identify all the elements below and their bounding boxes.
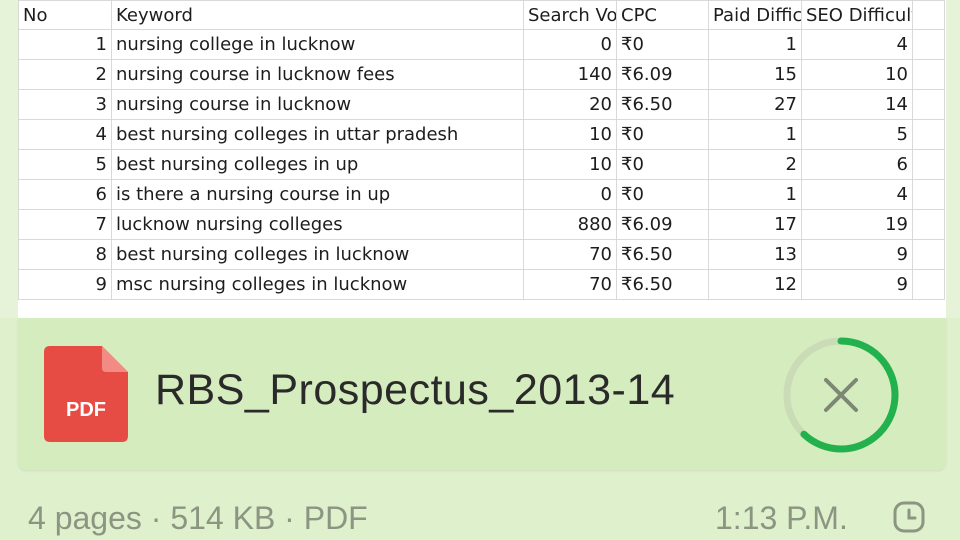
table-row: 9 msc nursing colleges in lucknow 70 ₹6.50 1… bbox=[18, 269, 945, 300]
background-strip-right bbox=[946, 0, 960, 318]
header-search-volume: Search Vo bbox=[523, 0, 617, 30]
cell-no: 3 bbox=[18, 89, 112, 120]
cell-search-volume: 140 bbox=[523, 59, 617, 90]
background-strip-left bbox=[0, 0, 18, 318]
cell-paid-difficulty: 1 bbox=[708, 119, 802, 150]
cell-no: 6 bbox=[18, 179, 112, 210]
table-row: 2 nursing course in lucknow fees 140 ₹6.09 1… bbox=[18, 59, 945, 90]
cell-seo-difficulty: 9 bbox=[801, 239, 913, 270]
cell-seo-difficulty: 9 bbox=[801, 269, 913, 300]
cell-cpc: ₹6.09 bbox=[616, 59, 709, 90]
cancel-download-button[interactable] bbox=[780, 334, 902, 456]
table-header-row: No Keyword Search Vo CPC Paid Diffic SEO… bbox=[18, 0, 945, 30]
cell-keyword: best nursing colleges in lucknow bbox=[111, 239, 524, 270]
table-row: 7 lucknow nursing colleges 880 ₹6.09 17 19 bbox=[18, 209, 945, 240]
cell-paid-difficulty: 13 bbox=[708, 239, 802, 270]
cell-paid-difficulty: 12 bbox=[708, 269, 802, 300]
cell-paid-difficulty: 1 bbox=[708, 179, 802, 210]
keyword-spreadsheet-image: No Keyword Search Vo CPC Paid Diffic SEO… bbox=[18, 0, 946, 318]
cell-keyword: nursing course in lucknow bbox=[111, 89, 524, 120]
cell-seo-difficulty: 4 bbox=[801, 179, 913, 210]
cell-search-volume: 70 bbox=[523, 269, 617, 300]
pdf-file-icon: PDF bbox=[44, 346, 128, 442]
cell-seo-difficulty: 4 bbox=[801, 29, 913, 60]
cell-empty bbox=[912, 59, 945, 90]
cell-seo-difficulty: 6 bbox=[801, 149, 913, 180]
table-row: 4 best nursing colleges in uttar pradesh 1… bbox=[18, 119, 945, 150]
table-row: 8 best nursing colleges in lucknow 70 ₹6.50… bbox=[18, 239, 945, 270]
cell-cpc: ₹0 bbox=[616, 119, 709, 150]
keyword-table: No Keyword Search Vo CPC Paid Diffic SEO… bbox=[18, 0, 945, 300]
cell-search-volume: 880 bbox=[523, 209, 617, 240]
table-row: 3 nursing course in lucknow 20 ₹6.50 27 14 bbox=[18, 89, 945, 120]
cell-no: 2 bbox=[18, 59, 112, 90]
cell-keyword: lucknow nursing colleges bbox=[111, 209, 524, 240]
cell-no: 5 bbox=[18, 149, 112, 180]
header-no: No bbox=[18, 0, 112, 30]
cell-search-volume: 0 bbox=[523, 29, 617, 60]
cell-paid-difficulty: 2 bbox=[708, 149, 802, 180]
cell-keyword: nursing college in lucknow bbox=[111, 29, 524, 60]
cell-search-volume: 20 bbox=[523, 89, 617, 120]
header-keyword: Keyword bbox=[111, 0, 524, 30]
cell-cpc: ₹6.50 bbox=[616, 269, 709, 300]
cell-empty bbox=[912, 149, 945, 180]
file-meta: 4 pages · 514 KB · PDF bbox=[28, 500, 368, 536]
cell-empty bbox=[912, 119, 945, 150]
cell-seo-difficulty: 5 bbox=[801, 119, 913, 150]
table-row: 1 nursing college in lucknow 0 ₹0 1 4 bbox=[18, 29, 945, 60]
cell-empty bbox=[912, 239, 945, 270]
cell-empty bbox=[912, 269, 945, 300]
cell-no: 7 bbox=[18, 209, 112, 240]
cell-cpc: ₹0 bbox=[616, 29, 709, 60]
table-row: 5 best nursing colleges in up 10 ₹0 2 6 bbox=[18, 149, 945, 180]
close-icon bbox=[824, 378, 858, 412]
cell-empty bbox=[912, 179, 945, 210]
pdf-icon-label: PDF bbox=[66, 399, 106, 421]
cell-no: 8 bbox=[18, 239, 112, 270]
cell-search-volume: 10 bbox=[523, 149, 617, 180]
clock-icon bbox=[893, 501, 925, 533]
header-empty bbox=[912, 0, 945, 30]
cell-empty bbox=[912, 89, 945, 120]
cell-paid-difficulty: 27 bbox=[708, 89, 802, 120]
cell-paid-difficulty: 15 bbox=[708, 59, 802, 90]
cell-seo-difficulty: 19 bbox=[801, 209, 913, 240]
cell-paid-difficulty: 17 bbox=[708, 209, 802, 240]
cell-cpc: ₹6.09 bbox=[616, 209, 709, 240]
cell-keyword: best nursing colleges in up bbox=[111, 149, 524, 180]
cell-keyword: nursing course in lucknow fees bbox=[111, 59, 524, 90]
cell-keyword: is there a nursing course in up bbox=[111, 179, 524, 210]
cell-empty bbox=[912, 29, 945, 60]
cell-cpc: ₹0 bbox=[616, 179, 709, 210]
cell-seo-difficulty: 10 bbox=[801, 59, 913, 90]
cell-keyword: msc nursing colleges in lucknow bbox=[111, 269, 524, 300]
message-time: 1:13 P.M. bbox=[715, 500, 848, 536]
cell-keyword: best nursing colleges in uttar pradesh bbox=[111, 119, 524, 150]
cell-cpc: ₹6.50 bbox=[616, 89, 709, 120]
cell-search-volume: 70 bbox=[523, 239, 617, 270]
header-seo-difficulty: SEO Difficulty bbox=[801, 0, 913, 30]
cell-no: 9 bbox=[18, 269, 112, 300]
header-cpc: CPC bbox=[616, 0, 709, 30]
file-name[interactable]: RBS_Prospectus_2013-14 bbox=[155, 366, 675, 415]
table-row: 6 is there a nursing course in up 0 ₹0 1 4 bbox=[18, 179, 945, 210]
cell-cpc: ₹0 bbox=[616, 149, 709, 180]
cell-empty bbox=[912, 209, 945, 240]
cell-seo-difficulty: 14 bbox=[801, 89, 913, 120]
cell-no: 1 bbox=[18, 29, 112, 60]
cell-cpc: ₹6.50 bbox=[616, 239, 709, 270]
cell-search-volume: 0 bbox=[523, 179, 617, 210]
cell-no: 4 bbox=[18, 119, 112, 150]
cell-search-volume: 10 bbox=[523, 119, 617, 150]
header-paid-difficulty: Paid Diffic bbox=[708, 0, 802, 30]
cell-paid-difficulty: 1 bbox=[708, 29, 802, 60]
